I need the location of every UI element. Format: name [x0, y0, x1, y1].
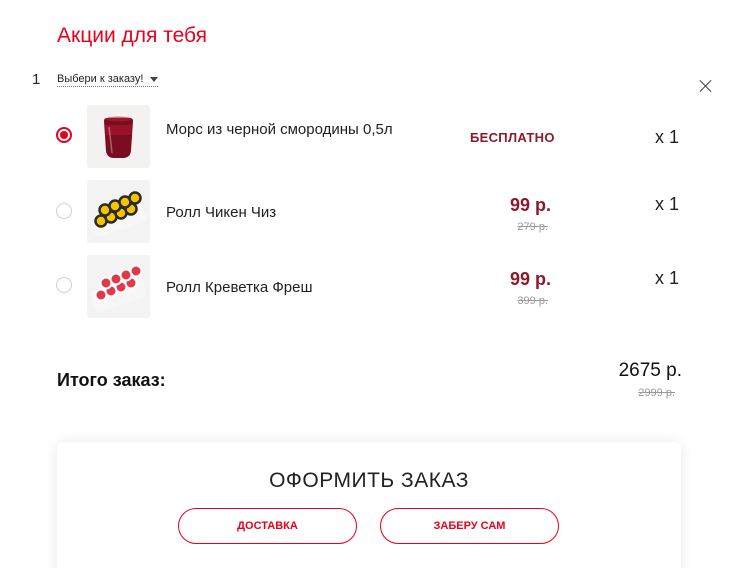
item-old-price: 279 р.	[517, 221, 548, 233]
item-name: Ролл Креветка Фреш	[166, 279, 313, 296]
total-value: 2675 р.	[618, 360, 682, 381]
total-old-value: 2999 р.	[638, 387, 675, 399]
checkout-title: ОФОРМИТЬ ЗАКАЗ	[269, 469, 469, 492]
delivery-button[interactable]: ДОСТАВКА	[178, 508, 357, 544]
item-radio[interactable]	[56, 277, 72, 293]
promo-item-row: Ролл Чикен Чиз 99 р. 279 р. x 1	[0, 180, 752, 244]
item-quantity: x 1	[655, 127, 680, 147]
close-icon[interactable]	[698, 78, 714, 94]
promo-item-row: Морс из черной смородины 0,5л БЕСПЛАТНО …	[0, 105, 752, 169]
sushi-roll-image	[87, 255, 150, 318]
item-price-free: БЕСПЛАТНО	[470, 130, 555, 145]
section-title: Акции для тебя	[57, 24, 207, 47]
item-price: 99 р.	[509, 269, 551, 289]
item-old-price: 399 р.	[517, 295, 548, 307]
item-quantity: x 1	[655, 194, 680, 214]
item-price: 99 р.	[509, 195, 551, 215]
promo-dropdown-label: Выбери к заказу!	[57, 73, 144, 85]
berry-juice-image	[87, 105, 150, 168]
item-radio-selected[interactable]	[56, 127, 72, 143]
promo-dropdown[interactable]: Выбери к заказу!	[57, 73, 159, 87]
item-quantity: x 1	[655, 268, 680, 288]
item-name: Морс из черной смородины 0,5л	[166, 121, 393, 138]
checkout-panel: ОФОРМИТЬ ЗАКАЗ ДОСТАВКА ЗАБЕРУ САМ	[57, 442, 681, 568]
pickup-button[interactable]: ЗАБЕРУ САМ	[380, 508, 559, 544]
item-radio[interactable]	[56, 203, 72, 219]
chevron-down-icon	[150, 76, 159, 82]
sushi-roll-image	[87, 180, 150, 243]
item-name: Ролл Чикен Чиз	[166, 204, 277, 221]
total-label: Итого заказ:	[57, 370, 166, 390]
promo-item-row: Ролл Креветка Фреш 99 р. 399 р. x 1	[0, 255, 752, 319]
promo-number: 1	[32, 71, 41, 88]
